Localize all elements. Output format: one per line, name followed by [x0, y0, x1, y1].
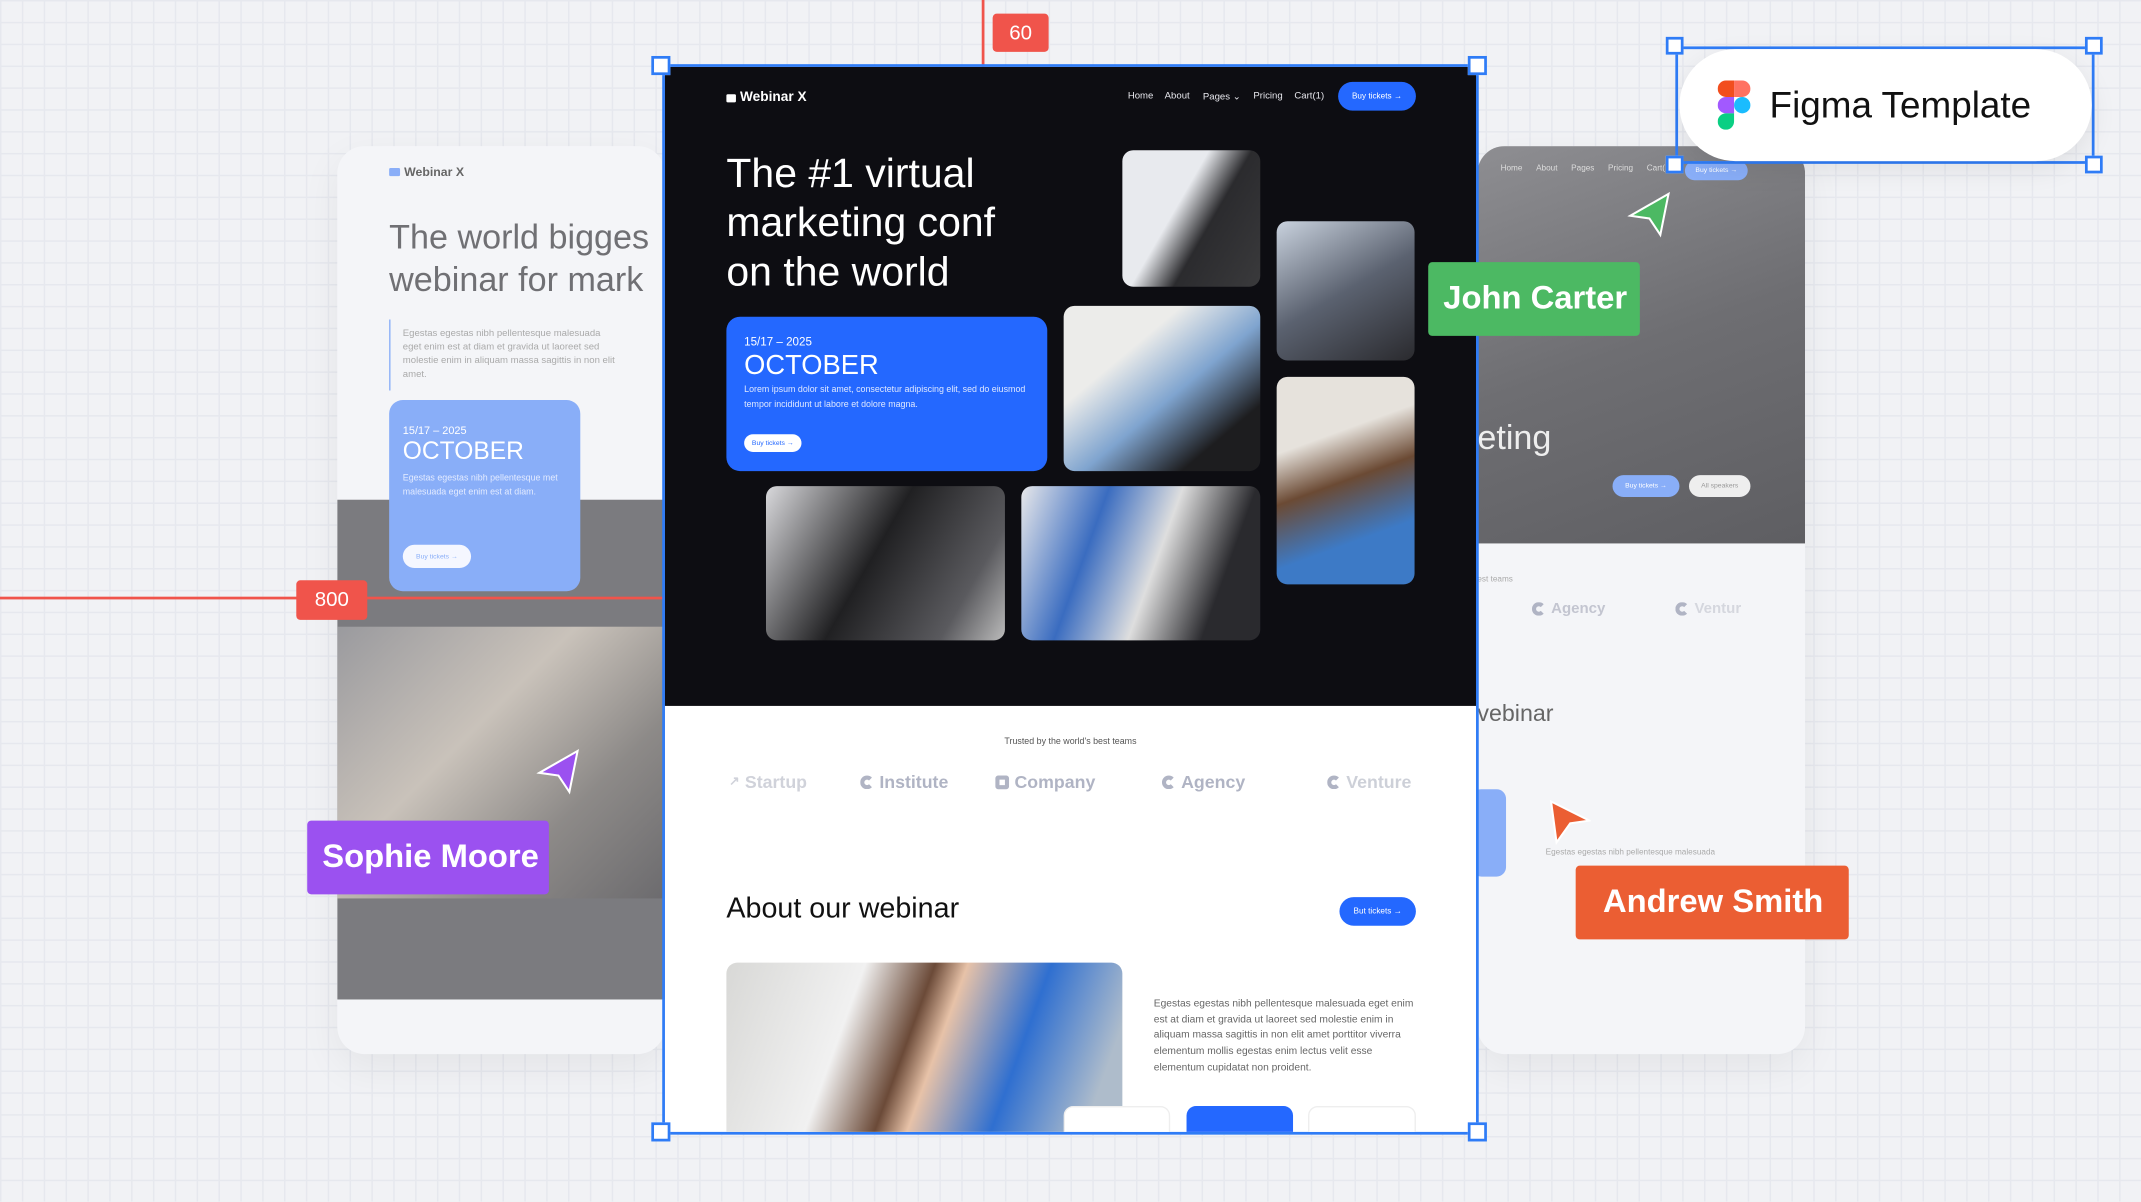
hero-section: Webinar X Home About Pages ⌄ Pricing Car… — [664, 66, 1476, 706]
about-heading: About our webinar — [726, 892, 960, 925]
photo-woman-desk — [1276, 376, 1415, 585]
hero-fragment: eting — [1477, 419, 1552, 458]
figma-template-badge: Figma Template — [1679, 49, 2092, 162]
figma-canvas: Webinar X The world bigges webinar for m… — [0, 0, 2141, 1202]
nav-pricing[interactable]: Pricing — [1253, 91, 1282, 101]
nav: Home About Pages Pricing Cart( — [1501, 165, 1665, 173]
photo-phone — [1276, 221, 1415, 361]
about-text: Egestas egestas nibh pellentesque malesu… — [1545, 849, 1716, 858]
cursor-label-john-carter: John Carter — [1428, 262, 1640, 336]
buy-tickets-button[interactable]: Buy tickets → — [402, 544, 472, 569]
arrow-icon: ↗ — [729, 774, 740, 788]
event-card: 15/17 – 2025 OCTOBER Egestas egestas nib… — [389, 400, 581, 592]
nav-cart[interactable]: Cart(1) — [1294, 91, 1324, 101]
stat-card — [1186, 1105, 1294, 1132]
photo-camera — [765, 486, 1005, 641]
nav-cart[interactable]: Cart( — [1647, 165, 1665, 173]
all-speakers-button[interactable]: All speakers — [1688, 475, 1751, 498]
event-text: Egestas egestas nibh pellentesque met ma… — [402, 473, 558, 498]
trusted-fragment: est teams — [1477, 576, 1513, 585]
event-card: 15/17 – 2025 OCTOBER Lorem ipsum dolor s… — [726, 316, 1048, 472]
selected-frame[interactable]: Webinar X Home About Pages ⌄ Pricing Car… — [662, 64, 1479, 1135]
photo-woman-laptop — [1063, 305, 1261, 472]
badge-handle[interactable] — [2084, 155, 2103, 174]
nav-pages[interactable]: Pages — [1571, 165, 1594, 173]
logo-venture: Ventur — [1675, 601, 1741, 617]
logo-agency: Agency — [1531, 601, 1605, 617]
photo-headphones-woman — [726, 962, 1123, 1132]
blue-card — [1477, 789, 1507, 877]
cursor-label-andrew-smith: Andrew Smith — [1575, 865, 1849, 940]
hero-line: on the world — [726, 249, 950, 295]
cursor-label-sophie-moore: Sophie Moore — [307, 820, 549, 895]
width-guide-line — [981, 0, 984, 67]
nav-about[interactable]: About — [1165, 91, 1190, 101]
photo-speaker-mic — [1122, 150, 1261, 287]
stat-card — [1063, 1105, 1171, 1132]
hero-line: marketing conf — [726, 200, 996, 246]
event-text: Lorem ipsum dolor sit amet, consectetur … — [744, 385, 1026, 410]
height-badge: 800 — [296, 580, 368, 620]
figma-logo-icon — [1717, 80, 1751, 130]
nav-pricing[interactable]: Pricing — [1608, 165, 1633, 173]
logo-institute: Institute — [860, 771, 948, 792]
buy-tickets-button[interactable]: Buy tickets → — [1612, 475, 1680, 498]
trusted-heading: Trusted by the world's best teams — [1004, 737, 1137, 747]
nav-about[interactable]: About — [1536, 165, 1557, 173]
resize-handle-br[interactable] — [1467, 1122, 1487, 1142]
resize-handle-bl[interactable] — [651, 1122, 671, 1142]
photo-podcast — [1021, 486, 1261, 641]
nav-buy-tickets-button[interactable]: Buy tickets → — [1338, 81, 1416, 111]
camera-icon — [389, 167, 401, 177]
badge-handle[interactable] — [1665, 36, 1684, 55]
nav-home[interactable]: Home — [1501, 165, 1523, 173]
about-text: Egestas egestas nibh pellentesque malesu… — [1153, 996, 1414, 1073]
nav-buy-tickets[interactable]: Buy tickets → — [1684, 161, 1748, 181]
event-date: 15/17 – 2025 — [744, 334, 812, 349]
resize-handle-tl[interactable] — [651, 55, 671, 76]
stat-card — [1308, 1105, 1416, 1132]
cursor-arrow-icon — [536, 748, 580, 795]
nav-home[interactable]: Home — [1128, 91, 1154, 101]
intro-text: Egestas egestas nibh pellentesque malesu… — [389, 319, 621, 391]
spacing-badge: 60 — [992, 13, 1049, 52]
left-variant-card: Webinar X The world bigges webinar for m… — [337, 146, 665, 1055]
event-month: OCTOBER — [402, 436, 524, 465]
nav-pages[interactable]: Pages ⌄ — [1203, 91, 1241, 103]
hero-heading: The world bigges webinar for mark — [389, 217, 649, 302]
logo-venture: Venture — [1327, 771, 1411, 792]
brand: Webinar X — [404, 165, 465, 179]
camera-icon — [726, 93, 736, 102]
about-fragment: vebinar — [1477, 700, 1554, 727]
about-tickets-button[interactable]: But tickets → — [1339, 897, 1416, 926]
hero-line: The world bigges — [389, 218, 650, 257]
event-date: 15/17 – 2025 — [402, 424, 467, 437]
event-month: OCTOBER — [744, 350, 879, 381]
brand[interactable]: Webinar X — [740, 90, 807, 105]
event-buy-tickets-button[interactable]: Buy tickets → — [744, 434, 802, 452]
logo-company: Company — [995, 771, 1095, 792]
badge-handle[interactable] — [1665, 155, 1684, 174]
logo-startup: ↗ Startup — [729, 771, 808, 792]
hero-heading: The #1 virtual marketing conf on the wor… — [726, 150, 995, 297]
badge-title: Figma Template — [1769, 83, 2032, 125]
chevron-down-icon: ⌄ — [1232, 92, 1241, 103]
resize-handle-tr[interactable] — [1467, 55, 1487, 76]
hero-line: webinar for mark — [389, 260, 644, 300]
hero-line: The #1 virtual — [726, 151, 975, 197]
badge-handle[interactable] — [2084, 36, 2103, 55]
cursor-arrow-icon — [1549, 799, 1591, 846]
cursor-arrow-icon — [1627, 191, 1670, 238]
logo-agency: Agency — [1161, 771, 1245, 792]
